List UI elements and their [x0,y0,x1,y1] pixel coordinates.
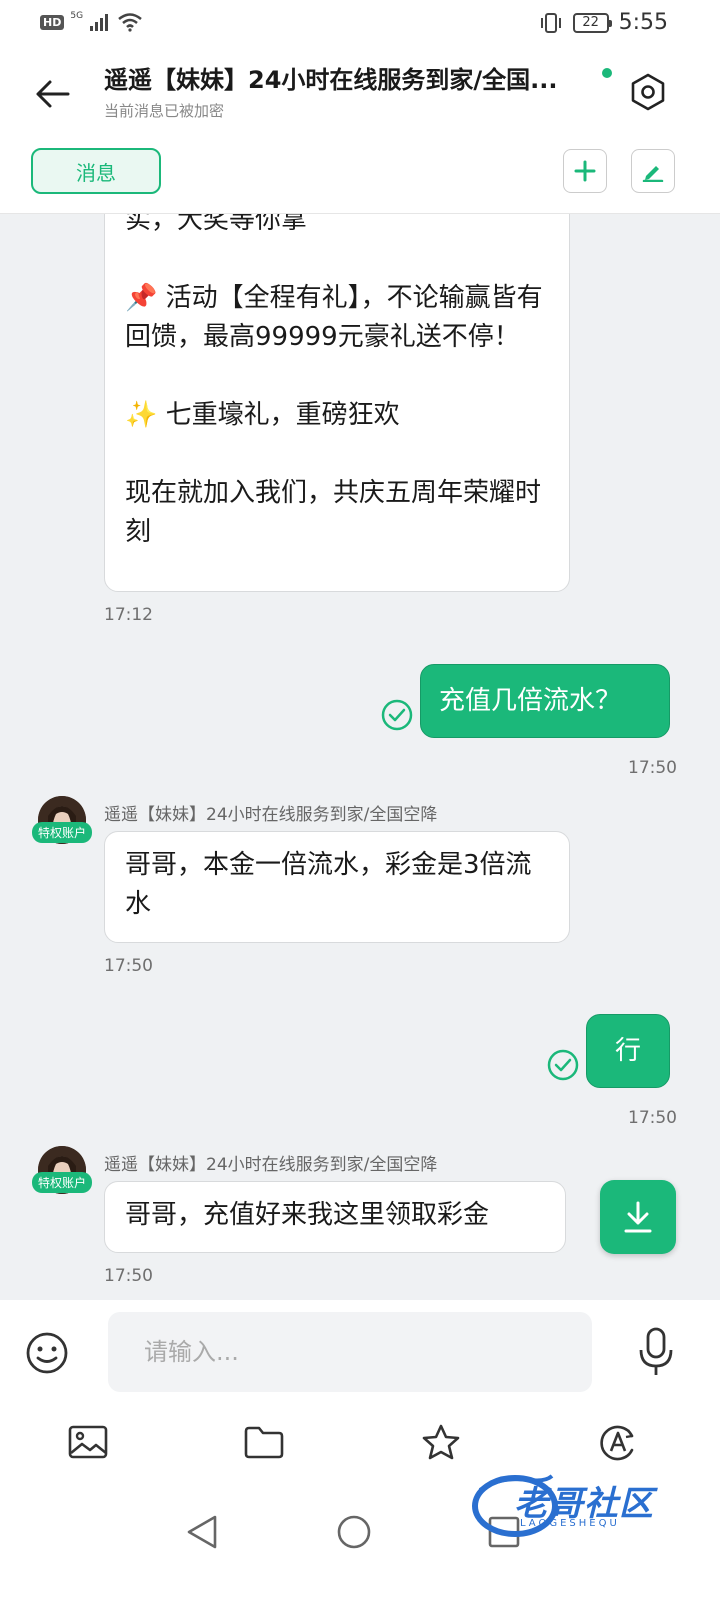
folder-icon [244,1426,284,1459]
edit-button[interactable] [631,149,675,193]
sender-name: 遥遥【妹妹】24小时在线服务到家/全国空降 [104,805,438,825]
network-type: 5G [70,11,84,21]
tab-messages[interactable]: 消息 [31,148,161,194]
hd-badge: HD [40,14,65,30]
watermark-subtext: LAOGESHEQU [520,1518,620,1529]
input-bar [0,1300,720,1404]
download-button[interactable] [600,1180,676,1254]
message-time: 17:50 [628,758,677,778]
star-icon [422,1424,460,1460]
message-time: 17:50 [628,1108,677,1128]
incoming-message[interactable]: 哥哥，本金一倍流水，彩金是3倍流水 [104,831,570,943]
plus-icon [574,160,596,182]
settings-button[interactable] [620,64,676,120]
status-right: 22 5:55 [539,10,668,35]
incoming-message[interactable]: 实，大奖等你拿 📌 活动【全程有礼】，不论输赢皆有回馈，最高99999元豪礼送不… [104,214,570,592]
chat-header: 遥遥【妹妹】24小时在线服务到家/全国... 当前消息已被加密 消息 [0,48,720,214]
message-time: 17:12 [104,605,153,625]
download-icon [624,1201,652,1233]
message-list[interactable]: 实，大奖等你拿 📌 活动【全程有礼】，不论输赢皆有回馈，最高99999元豪礼送不… [0,214,720,1300]
read-check-icon [547,1049,579,1081]
message-input[interactable] [108,1312,592,1392]
translate-button[interactable] [594,1418,642,1466]
privilege-badge: 特权账户 [32,822,93,843]
emoji-icon[interactable] [24,1330,70,1376]
message-time: 17:50 [104,956,153,976]
vibrate-icon [540,12,561,33]
online-indicator [602,68,612,78]
folder-button[interactable] [240,1418,288,1466]
add-button[interactable] [563,149,607,193]
read-check-icon [381,699,413,731]
privilege-badge: 特权账户 [32,1172,93,1193]
circle-home-icon [337,1515,371,1549]
image-icon [68,1425,108,1459]
encryption-notice: 当前消息已被加密 [104,102,225,120]
arrow-left-icon [36,80,70,108]
battery-icon: 22 [572,12,612,33]
triangle-back-icon [187,1515,217,1549]
sender-name: 遥遥【妹妹】24小时在线服务到家/全国空降 [104,1155,438,1175]
message-time: 17:50 [104,1266,153,1286]
chat-title: 遥遥【妹妹】24小时在线服务到家/全国... [104,66,558,94]
image-button[interactable] [64,1418,112,1466]
hexagon-settings-icon [631,73,665,111]
outgoing-message[interactable]: 行 [586,1014,670,1088]
pencil-icon [642,166,664,182]
favorite-button[interactable] [417,1418,465,1466]
signal-icon [90,14,109,31]
nav-home-button[interactable] [330,1508,378,1556]
status-left: HD 5G [40,11,143,32]
status-bar: HD 5G 22 5:55 [0,0,720,48]
nav-back-button[interactable] [178,1508,226,1556]
back-button[interactable] [24,66,80,122]
wifi-icon [118,13,142,32]
outgoing-message[interactable]: 充值几倍流水？ [420,664,670,738]
microphone-icon[interactable] [636,1326,676,1378]
clock: 5:55 [618,10,668,35]
watermark-logo: 老哥社区 LAOGESHEQU [470,1470,700,1540]
translate-icon [600,1425,634,1461]
incoming-message[interactable]: 哥哥，充值好来我这里领取彩金 [104,1181,566,1253]
